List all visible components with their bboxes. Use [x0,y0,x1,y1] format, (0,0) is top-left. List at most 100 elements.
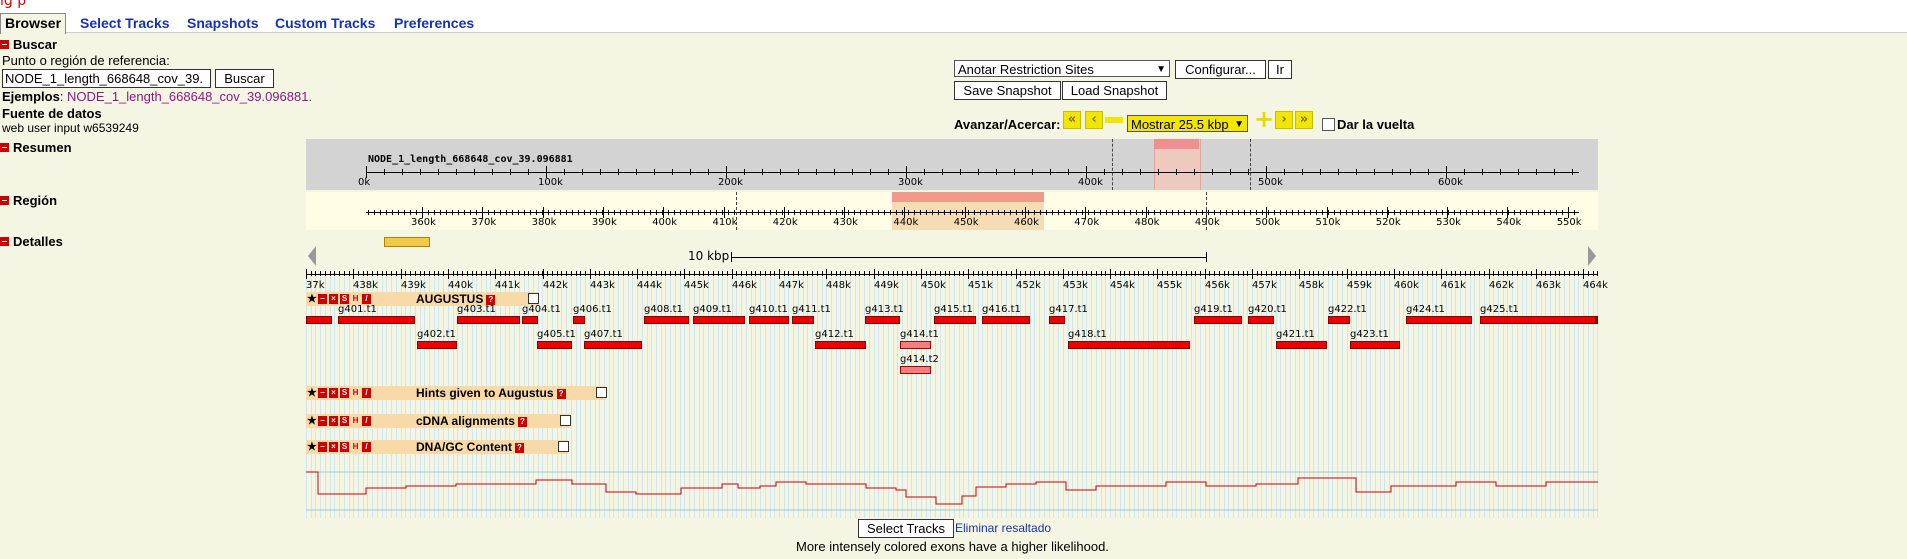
scroll-left-far-icon[interactable]: « [1063,111,1081,129]
remove-track-icon[interactable]: × [329,442,338,452]
region-minor-tick [686,210,687,215]
gene-label: g416.t1 [982,304,1021,315]
popout-icon[interactable] [558,441,569,452]
details-minor-tick [363,271,364,276]
tab-preferences[interactable]: Preferences [394,14,474,32]
tab-custom-tracks[interactable]: Custom Tracks [275,14,375,32]
popout-icon[interactable] [528,293,539,304]
help-icon[interactable]: ? [515,442,524,453]
region-section-toggle[interactable]: Región [0,193,57,208]
search-section-toggle[interactable]: Buscar [0,37,57,52]
details-panel[interactable]: 10 kbp 37k 438k 439k 440k 441k 442k 443k 444k 44… [306,232,1608,518]
tab-browser[interactable]: Browser [0,13,67,34]
region-tick-label: 460k [1014,217,1039,228]
overview-tick-label: 600k [1438,177,1463,188]
remove-track-icon[interactable]: × [329,294,338,304]
pan-right-icon[interactable] [1588,246,1596,266]
details-minor-tick [382,271,383,276]
region-panel[interactable]: 360k 370k 380k 390k 400k 410k 420k 430k 440k 450k… [306,192,1598,230]
remove-track-icon[interactable]: × [329,388,338,398]
details-minor-tick [1101,271,1102,276]
favorite-star-icon[interactable]: ★ [307,294,317,305]
zoom-select[interactable]: Mostrar 25.5 kbp ▼ [1127,115,1248,132]
configure-track-icon[interactable]: / [362,294,371,304]
details-minor-tick [1148,271,1149,276]
overview-panel[interactable]: NODE_1_length_668648_cov_39.096881 0k 100… [306,139,1598,190]
share-track-icon[interactable]: S [340,388,349,398]
zoom-in-icon[interactable]: + [1254,107,1274,131]
tab-snapshots[interactable]: Snapshots [187,14,259,32]
popout-icon[interactable] [596,387,607,398]
download-track-icon[interactable]: H [351,388,360,398]
configure-track-icon[interactable]: / [362,416,371,426]
region-minor-tick [1166,210,1167,215]
remove-track-icon[interactable]: × [329,416,338,426]
configure-track-icon[interactable]: / [362,442,371,452]
download-track-icon[interactable]: H [351,416,360,426]
region-minor-tick [1136,210,1137,215]
share-track-icon[interactable]: S [340,442,349,452]
go-button[interactable]: Ir [1268,60,1292,79]
details-minor-tick [505,271,506,276]
share-track-icon[interactable]: S [340,294,349,304]
favorite-star-icon[interactable]: ★ [307,442,317,453]
download-track-icon[interactable]: H [351,294,360,304]
region-minor-tick [812,210,813,215]
collapse-track-icon[interactable]: − [318,442,327,452]
hints-track-header: ★ − × S H / Hints given to Augustus? [306,386,607,400]
details-minor-tick [1285,271,1286,276]
save-snapshot-button[interactable]: Save Snapshot [954,81,1061,100]
details-minor-tick [680,271,681,276]
region-tick-label: 530k [1436,217,1461,228]
region-minor-tick [626,210,627,215]
details-minor-tick [438,271,439,276]
header-fragment: ig p [0,0,27,9]
details-minor-tick [580,271,581,276]
popout-icon[interactable] [560,415,571,426]
collapse-track-icon[interactable]: − [318,388,327,398]
region-minor-tick [608,210,609,215]
details-minor-tick [595,271,596,276]
details-minor-tick [675,271,676,276]
zoom-out-icon[interactable] [1105,117,1123,123]
annotate-select[interactable]: Anotar Restriction Sites ▼ [954,60,1170,77]
scroll-right-icon[interactable]: › [1275,111,1293,129]
landmark-input[interactable]: NODE_1_length_668648_cov_39. [2,69,211,88]
region-minor-tick [560,210,561,215]
region-minor-tick [518,210,519,215]
share-track-icon[interactable]: S [340,416,349,426]
region-minor-tick [1466,210,1467,215]
region-minor-tick [1238,210,1239,215]
details-minor-tick [1181,271,1182,276]
overview-dashed-marker [1112,139,1113,190]
scroll-left-icon[interactable]: ‹ [1085,111,1103,129]
collapse-track-icon[interactable]: − [318,416,327,426]
region-minor-tick [1040,210,1041,215]
favorite-star-icon[interactable]: ★ [307,388,317,399]
select-tracks-button[interactable]: Select Tracks [858,519,954,538]
example-link[interactable]: NODE_1_length_668648_cov_39.096881. [67,89,312,104]
load-snapshot-button[interactable]: Load Snapshot [1062,81,1167,100]
flip-checkbox[interactable] [1322,118,1335,131]
details-minor-tick [315,271,316,276]
configure-track-icon[interactable]: / [362,388,371,398]
search-button[interactable]: Buscar [215,69,274,88]
details-minor-tick [751,271,752,276]
help-icon[interactable]: ? [517,416,527,427]
favorite-star-icon[interactable]: ★ [307,416,317,427]
help-icon[interactable]: ? [556,388,566,399]
configure-button[interactable]: Configurar... [1175,60,1266,79]
overview-section-toggle[interactable]: Resumen [0,140,72,155]
tab-select-tracks[interactable]: Select Tracks [80,14,170,32]
pan-left-icon[interactable] [308,246,316,266]
clear-highlight-link[interactable]: Eliminar resaltado [955,521,1051,535]
download-track-icon[interactable]: H [351,442,360,452]
details-minor-tick [353,271,354,276]
details-minor-tick [1124,271,1125,276]
gene-feature [1406,316,1472,324]
scroll-right-far-icon[interactable]: » [1295,111,1313,129]
details-section-toggle[interactable]: Detalles [0,234,63,249]
region-minor-tick [1286,210,1287,215]
region-minor-tick [566,210,567,215]
collapse-track-icon[interactable]: − [318,294,327,304]
